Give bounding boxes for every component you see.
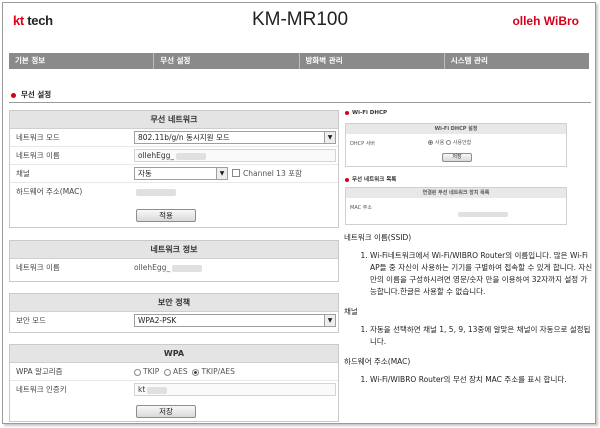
help-text-mac: Wi-Fi/WIBRO Router의 무선 장치 MAC 주소를 표시 합니다…: [370, 374, 594, 386]
dhcp-radio-use[interactable]: [428, 140, 433, 145]
model-title: KM-MR100: [251, 9, 349, 30]
olleh-wibro-logo: olleh WiBro: [512, 14, 579, 28]
section-divider: [9, 102, 591, 103]
network-info-name: ollehEgg_: [134, 259, 203, 277]
wireless-network-panel: 무선 네트워크 네트워크 모드 802.11b/g/n 동시지원 모드 ▼ 네트워…: [9, 110, 339, 228]
help-heading-channel: 채널: [344, 307, 358, 316]
wpa-algorithm-radios: TKIP AES TKIP/AES: [134, 363, 235, 381]
help-heading-ssid: 네트워크 이름(SSID): [344, 233, 412, 242]
channel13-checkbox[interactable]: [232, 169, 240, 177]
channel-select[interactable]: 자동 ▼: [134, 167, 228, 180]
security-policy-title: 보안 정책: [10, 294, 338, 312]
header: kt tech KM-MR100 olleh WiBro: [3, 3, 595, 49]
main-nav: 기본 정보 무선 설정 방화벽 관리 시스템 관리: [9, 53, 589, 69]
dhcp-panel: Wi-Fi DHCP 설정 DHCP 서버 사용 사용안함 저장: [345, 123, 567, 167]
dropdown-arrow-icon: ▼: [324, 315, 335, 326]
help-text-ssid: Wi-Fi네트워크에서 Wi-Fi/WIBRO Router의 이름입니다. 많…: [370, 250, 594, 298]
dhcp-save-button[interactable]: 저장: [442, 153, 472, 162]
network-mode-row: 네트워크 모드 802.11b/g/n 동시지원 모드 ▼: [10, 129, 338, 147]
wireless-panel-title: 무선 네트워크: [10, 111, 338, 129]
wpa-title: WPA: [10, 345, 338, 363]
device-list-section-title: 무선 네트워크 목록: [345, 175, 396, 183]
security-mode-select[interactable]: WPA2-PSK ▼: [134, 314, 336, 327]
network-name-row: 네트워크 이름 ollehEgg_: [10, 147, 338, 165]
nav-firewall[interactable]: 방화벽 관리: [300, 53, 445, 69]
dropdown-arrow-icon: ▼: [324, 132, 335, 143]
security-policy-panel: 보안 정책 보안 모드 WPA2-PSK ▼: [9, 293, 339, 333]
nav-wireless-settings[interactable]: 무선 설정: [154, 53, 300, 69]
nav-system[interactable]: 시스템 관리: [445, 53, 589, 69]
radio-aes[interactable]: [164, 368, 172, 376]
apply-button[interactable]: 적용: [136, 209, 196, 222]
radio-tkip[interactable]: [134, 368, 141, 376]
dhcp-radio-nouse[interactable]: [445, 140, 451, 145]
save-button[interactable]: 저장: [136, 405, 196, 418]
network-name-input[interactable]: ollehEgg_: [134, 149, 336, 162]
nav-basic-info[interactable]: 기본 정보: [9, 53, 155, 69]
channel-row: 채널 자동 ▼ Channel 13 포함: [10, 165, 338, 183]
section-title: 무선 설정: [11, 89, 51, 100]
router-admin-window: kt tech KM-MR100 olleh WiBro 기본 정보 무선 설정…: [2, 2, 596, 424]
mac-row: 하드웨어 주소(MAC): [10, 183, 338, 201]
device-list-panel: 연결된 무선 네트워크 장치 목록 MAC 주소: [345, 187, 567, 225]
dhcp-section-title: Wi-Fi DHCP: [345, 110, 387, 116]
help-text-channel: 자동을 선택하면 채널 1, 5, 9, 13중에 알맞은 채널이 자동으로 설…: [370, 324, 594, 348]
network-key-input[interactable]: kt: [134, 383, 336, 396]
help-heading-mac: 하드웨어 주소(MAC): [344, 357, 411, 366]
network-info-panel: 네트워크 정보 네트워크 이름 ollehEgg_: [9, 240, 339, 282]
wpa-panel: WPA WPA 알고리즘 TKIP AES TKIP/AES 네트워크 인증키 …: [9, 344, 339, 422]
radio-tkip-aes[interactable]: [192, 368, 200, 376]
channel13-label: Channel 13 포함: [243, 169, 302, 178]
dropdown-arrow-icon: ▼: [216, 168, 227, 179]
network-info-title: 네트워크 정보: [10, 241, 338, 259]
help-panel: 네트워크 이름(SSID) Wi-Fi네트워크에서 Wi-Fi/WIBRO Ro…: [344, 232, 594, 394]
network-mode-select[interactable]: 802.11b/g/n 동시지원 모드 ▼: [134, 131, 336, 144]
